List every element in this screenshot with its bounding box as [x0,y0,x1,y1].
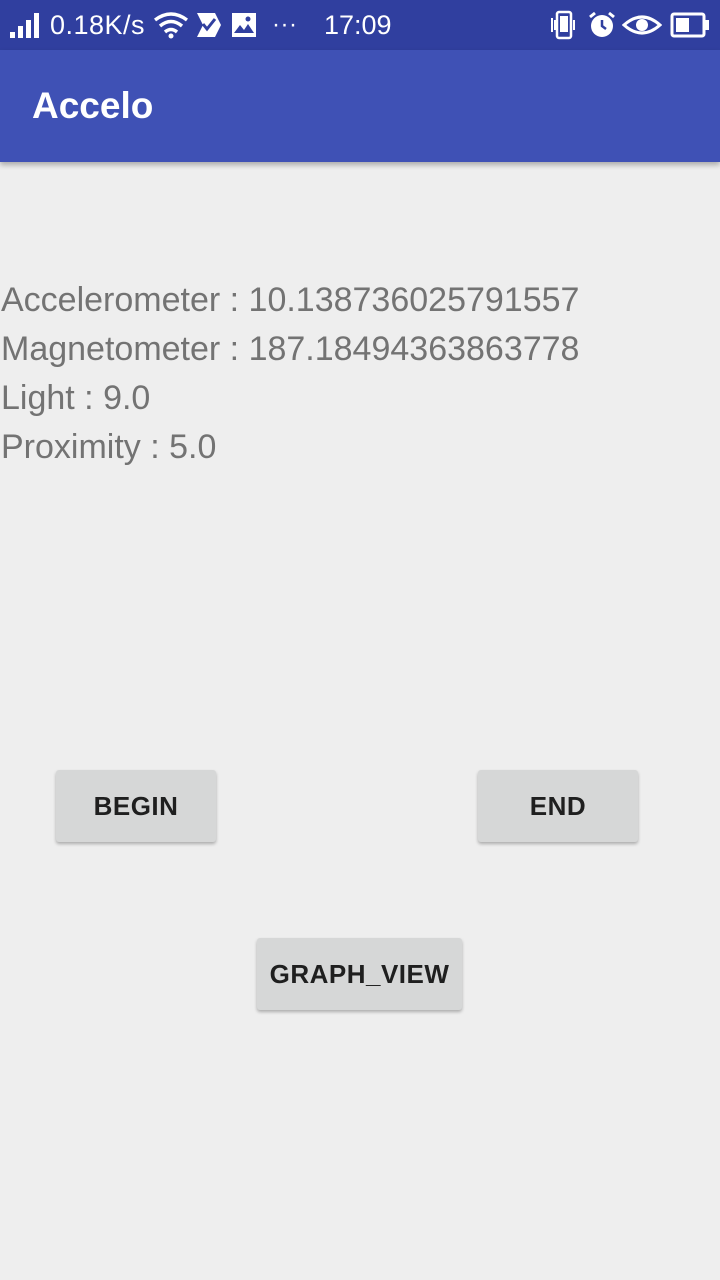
app-bar: Accelo [0,50,720,162]
proximity-reading: Proximity : 5.0 [1,428,217,466]
magnetometer-reading: Magnetometer : 187.18494363863778 [1,330,580,368]
end-button[interactable]: END [478,770,638,842]
eye-icon [622,0,662,50]
more-notifications-indicator: ··· [272,11,298,38]
image-notification-icon [231,0,257,50]
accelerometer-reading: Accelerometer : 10.138736025791557 [1,281,580,319]
graph-view-button[interactable]: GRAPH_VIEW [257,938,462,1010]
app-title: Accelo [32,85,154,126]
light-reading: Light : 9.0 [1,379,151,417]
network-speed: 0.18K/s [50,9,146,40]
alarm-icon [587,0,617,50]
status-bar: 0.18K/s ··· 17:09 [0,0,720,50]
check-notification-icon [195,0,223,50]
battery-icon [670,0,710,50]
wifi-icon [154,0,188,50]
signal-icon [10,0,44,50]
begin-button[interactable]: BEGIN [56,770,216,842]
vibrate-icon [549,0,579,50]
clock-time: 17:09 [324,9,392,40]
